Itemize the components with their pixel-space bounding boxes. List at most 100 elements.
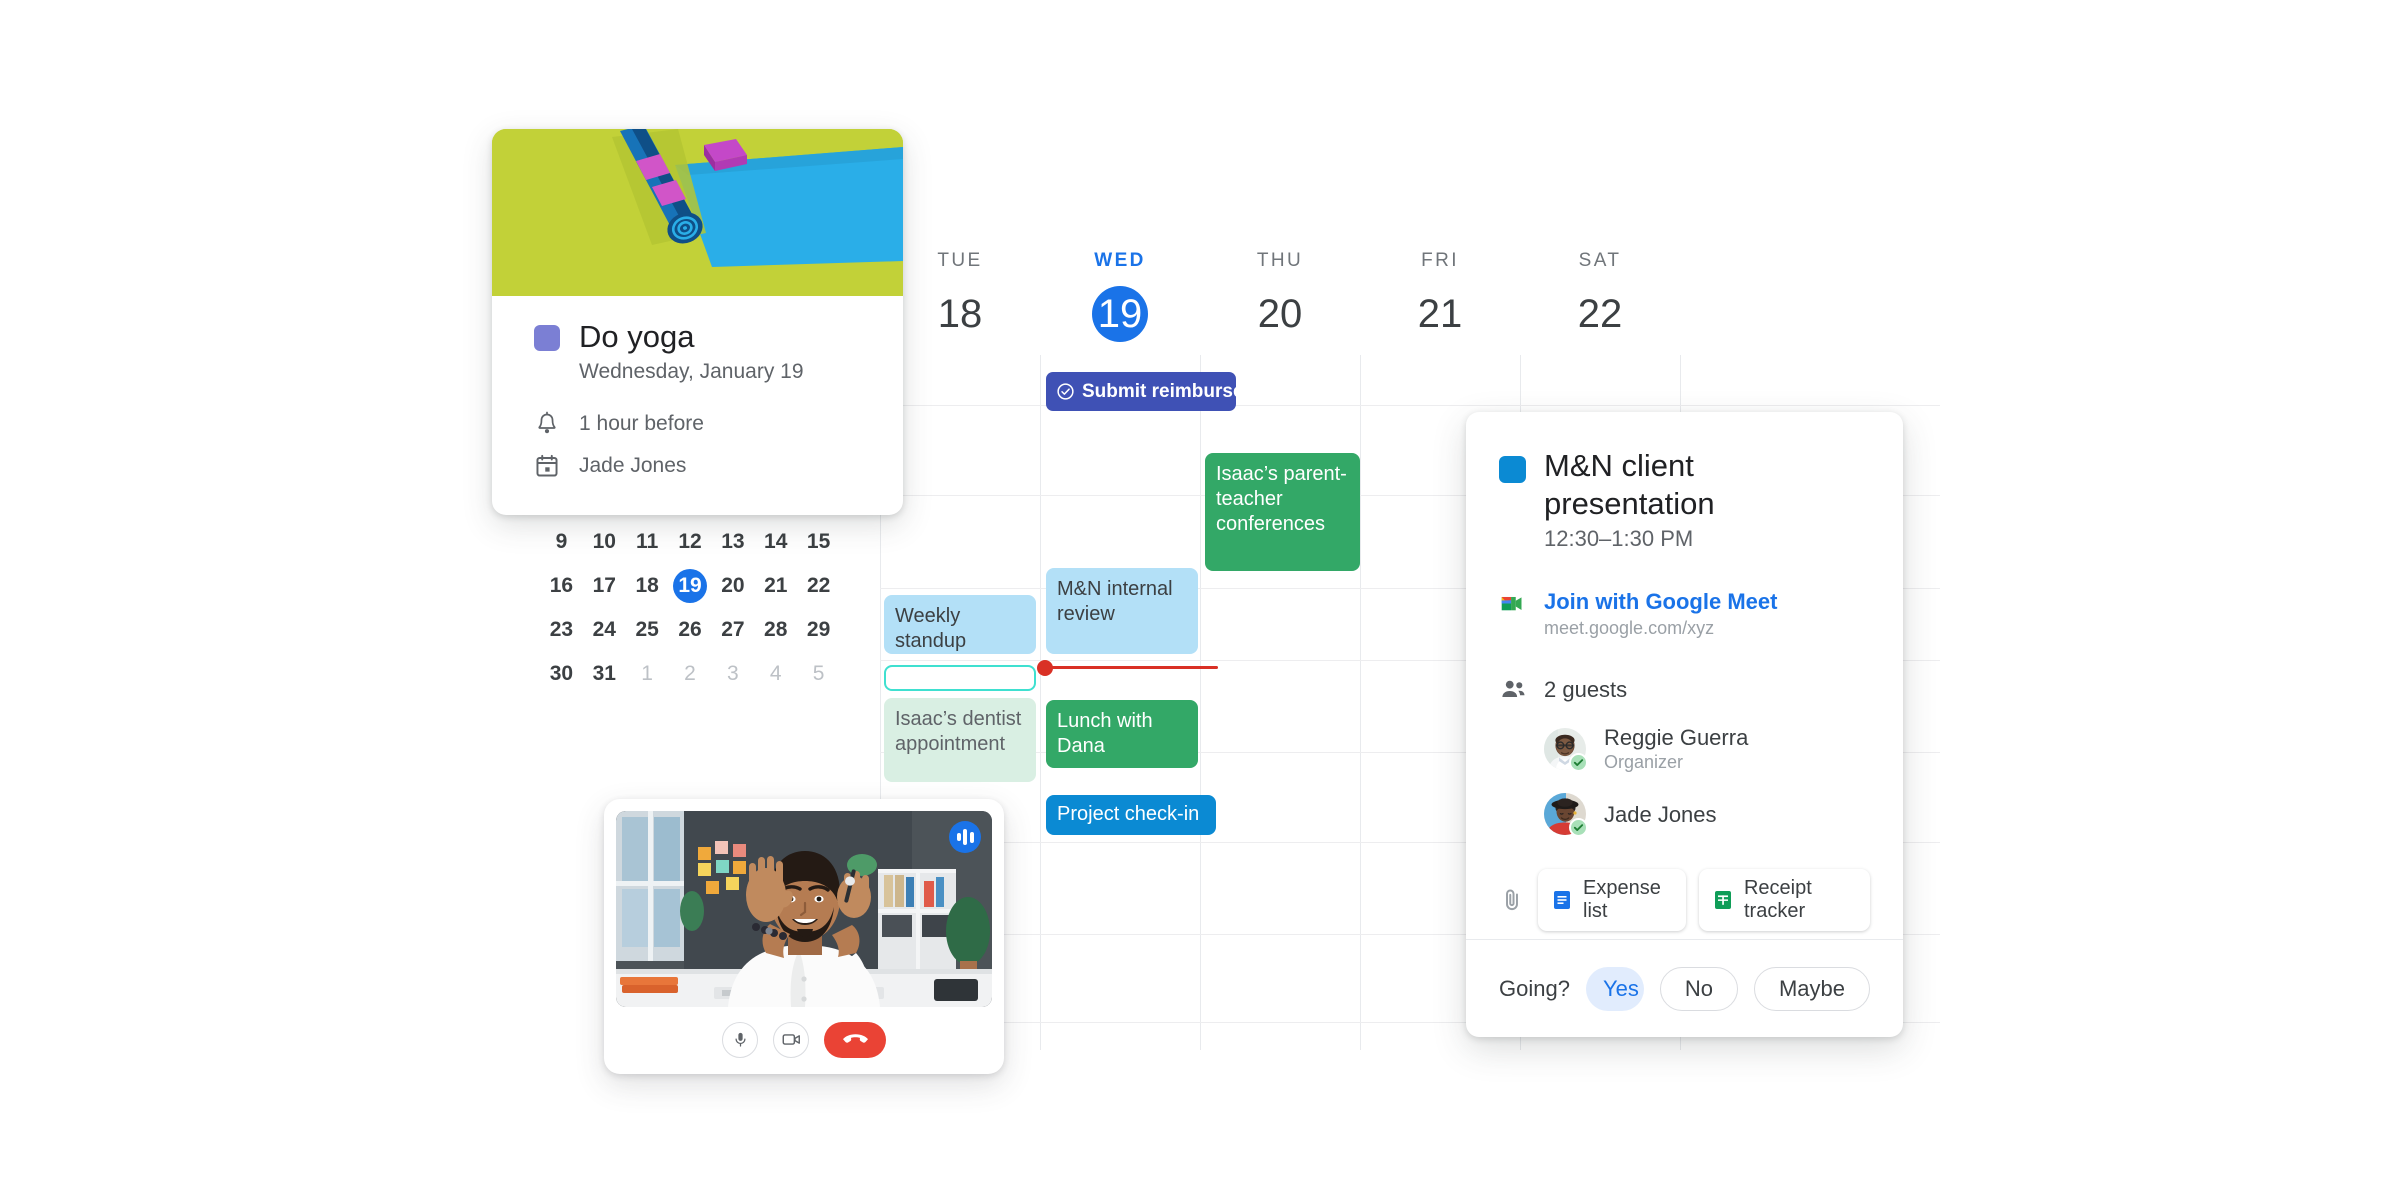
event-chip-parent-teacher-conferences[interactable]: Isaac’s parent-teacher conferences (1205, 453, 1360, 571)
mini-day[interactable]: 20 (711, 569, 754, 603)
google-sheets-icon (1713, 890, 1733, 910)
people-icon (1499, 675, 1526, 704)
day-header-fri[interactable]: FRI 21 (1360, 250, 1520, 342)
mini-day[interactable]: 25 (626, 613, 669, 647)
meet-controls-bar (616, 1007, 992, 1072)
google-meet-icon (1499, 588, 1526, 639)
day-header-tue[interactable]: TUE 18 (880, 250, 1040, 342)
rsvp-yes-button[interactable]: Yes (1586, 967, 1644, 1011)
paperclip-icon (1499, 887, 1525, 913)
attachment-chip-expense-list[interactable]: Expense list (1538, 869, 1686, 931)
hang-up-icon[interactable] (824, 1021, 886, 1058)
event-chip-lunch-with-dana[interactable]: Lunch with Dana (1046, 700, 1198, 768)
event-detail-card[interactable]: M&N client presentation 12:30–1:30 PM Jo… (1466, 412, 1903, 1037)
day-header-sat[interactable]: SAT 22 (1520, 250, 1680, 342)
mini-month-week-row: 30 31 1 2 3 4 5 (540, 652, 840, 696)
join-google-meet-link[interactable]: Join with Google Meet (1544, 588, 1777, 615)
day-of-week-label: TUE (937, 250, 983, 271)
guest-count-label: 2 guests (1544, 677, 1628, 702)
mini-day-selected[interactable]: 19 (673, 569, 707, 603)
audio-waveform-icon (949, 821, 981, 853)
day-header-thu[interactable]: THU 20 (1200, 250, 1360, 342)
mini-month-week-row: 16 17 18 19 20 21 22 (540, 564, 840, 608)
rsvp-footer: Going? Yes No Maybe (1466, 939, 1903, 1037)
mini-day[interactable]: 30 (540, 657, 583, 691)
day-of-week-label: FRI (1421, 250, 1459, 271)
mini-day[interactable]: 16 (540, 569, 583, 603)
mini-day[interactable]: 10 (583, 525, 626, 559)
attachment-label: Expense list (1583, 877, 1661, 922)
mini-day-next-month[interactable]: 3 (711, 657, 754, 691)
rsvp-accepted-icon (1569, 752, 1588, 772)
attachment-chip-receipt-tracker[interactable]: Receipt tracker (1698, 869, 1870, 931)
mini-day[interactable]: 31 (583, 657, 626, 691)
guest-info: Reggie Guerra Organizer (1604, 724, 1748, 773)
rsvp-maybe-button[interactable]: Maybe (1753, 966, 1870, 1011)
yoga-event-card[interactable]: Do yoga Wednesday, January 19 1 hour bef… (492, 129, 903, 515)
event-chip-isaacs-dentist-appointment[interactable]: Isaac’s dentist appointment (884, 698, 1036, 782)
mini-day[interactable]: 28 (754, 613, 797, 647)
yoga-reminder-row: 1 hour before (534, 411, 861, 437)
yoga-reminder-text: 1 hour before (579, 412, 704, 435)
calendar-icon (534, 453, 560, 479)
event-title: Weekly standup (895, 605, 967, 652)
mini-day[interactable]: 17 (583, 569, 626, 603)
yoga-event-date: Wednesday, January 19 (579, 360, 804, 383)
event-title: Isaac’s dentist appointment (895, 708, 1022, 755)
rsvp-no-button[interactable]: No (1659, 966, 1738, 1011)
day-of-week-label: THU (1256, 250, 1304, 271)
mini-day[interactable]: 23 (540, 613, 583, 647)
google-meet-widget[interactable] (604, 799, 1004, 1074)
event-detail-body: M&N client presentation 12:30–1:30 PM Jo… (1466, 412, 1903, 939)
mini-day[interactable]: 14 (754, 525, 797, 559)
mini-day[interactable]: 12 (669, 525, 712, 559)
event-chip-task-submit-reimbursement[interactable]: Submit reimbursement (1046, 372, 1236, 411)
attachments-row: Expense list Receipt tracker (1499, 869, 1870, 931)
guest-row-attendee[interactable]: Jade Jones (1544, 793, 1870, 837)
mini-day[interactable]: 22 (797, 569, 840, 603)
day-number: 22 (1577, 292, 1623, 336)
mini-day-next-month[interactable]: 5 (797, 657, 840, 691)
mini-day[interactable]: 11 (626, 525, 669, 559)
mini-day[interactable]: 27 (711, 613, 754, 647)
yoga-card-body: Do yoga Wednesday, January 19 1 hour bef… (492, 296, 903, 479)
google-docs-icon (1552, 890, 1572, 910)
day-header-wed[interactable]: WED 19 (1040, 250, 1200, 342)
event-chip-mn-internal-review[interactable]: M&N internal review (1046, 568, 1198, 654)
mini-day[interactable]: 13 (711, 525, 754, 559)
event-chip-new-empty-slot[interactable] (884, 665, 1036, 691)
event-title: Isaac’s parent-teacher conferences (1216, 463, 1347, 535)
guest-row-organizer[interactable]: Reggie Guerra Organizer (1544, 724, 1870, 773)
guest-role: Organizer (1604, 752, 1684, 772)
mini-day[interactable]: 18 (626, 569, 669, 603)
google-meet-link-block[interactable]: Join with Google Meet meet.google.com/xy… (1544, 588, 1777, 639)
guests-row: 2 guests (1499, 675, 1870, 704)
attachment-label: Receipt tracker (1743, 877, 1812, 922)
microphone-icon[interactable] (722, 1021, 758, 1058)
rsvp-question: Going? (1499, 975, 1570, 1001)
check-circle-icon (1056, 382, 1075, 401)
camera-icon[interactable] (773, 1021, 809, 1058)
event-title: M&N internal review (1057, 578, 1173, 625)
mini-day[interactable]: 26 (669, 613, 712, 647)
mini-day[interactable]: 15 (797, 525, 840, 559)
mini-day[interactable]: 29 (797, 613, 840, 647)
current-time-line (1043, 666, 1218, 669)
day-of-week-label: SAT (1578, 250, 1622, 271)
mini-day[interactable]: 9 (540, 525, 583, 559)
bell-icon (534, 411, 560, 437)
event-chip-project-check-in[interactable]: Project check-in (1046, 795, 1216, 835)
mini-day[interactable]: 21 (754, 569, 797, 603)
calendar-color-swatch (1499, 456, 1526, 483)
mini-day-next-month[interactable]: 4 (754, 657, 797, 691)
mini-day-next-month[interactable]: 1 (626, 657, 669, 691)
mini-day[interactable]: 24 (583, 613, 626, 647)
yoga-event-title: Do yoga (579, 319, 695, 354)
google-meet-row[interactable]: Join with Google Meet meet.google.com/xy… (1499, 588, 1870, 639)
mini-day-next-month[interactable]: 2 (669, 657, 712, 691)
event-chip-weekly-standup[interactable]: Weekly standup (884, 595, 1036, 654)
event-time-range: 12:30–1:30 PM (1544, 526, 1694, 551)
calendar-color-swatch (534, 325, 560, 351)
rsvp-yes-group[interactable]: Yes (1585, 966, 1644, 1011)
day-number: 18 (937, 292, 983, 336)
